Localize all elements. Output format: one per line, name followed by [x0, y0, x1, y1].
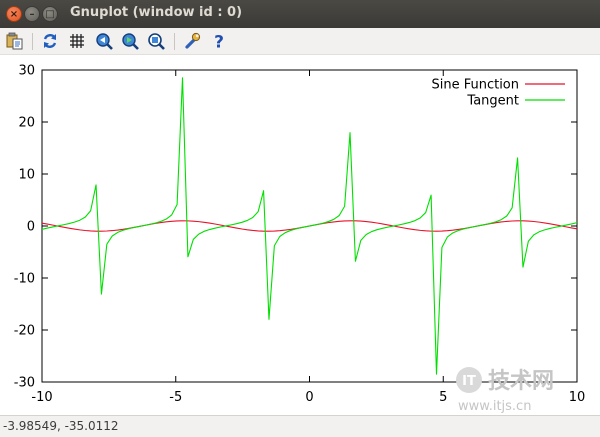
options-wrench-icon [185, 32, 201, 49]
minimize-window-button[interactable]: – [24, 6, 40, 22]
y-tick-label: -20 [14, 324, 35, 339]
grid-icon [70, 34, 84, 48]
maximize-window-button[interactable]: □ [42, 6, 58, 22]
y-tick-label: 10 [18, 168, 35, 183]
legend-label: Sine Function [431, 78, 519, 93]
options-button[interactable] [182, 31, 202, 51]
toolbar-separator [174, 33, 175, 50]
zoom-next-icon [122, 33, 139, 50]
unzoom-button[interactable] [146, 31, 166, 51]
gnuplot-window: × – □ Gnuplot (window id : 0) ? -30 -20 … [0, 0, 600, 437]
status-bar: -3.98549, -35.0112 [0, 415, 600, 437]
svg-text:?: ? [214, 33, 224, 52]
help-button[interactable]: ? [209, 31, 229, 53]
y-tick-label: 20 [18, 116, 35, 131]
zoom-previous-button[interactable] [94, 31, 114, 51]
zoom-next-button[interactable] [120, 31, 140, 51]
y-tick-label: -10 [14, 272, 35, 287]
help-icon: ? [214, 33, 224, 53]
replot-icon [43, 34, 57, 48]
y-tick-label: 0 [27, 220, 35, 235]
unzoom-icon [148, 33, 165, 50]
cursor-coordinates: -3.98549, -35.0112 [3, 419, 119, 433]
close-window-button[interactable]: × [6, 6, 22, 22]
toolbar: ? [0, 28, 600, 55]
watermark: IT 技术网 www.itjs.cn [452, 360, 600, 415]
y-tick-label: -30 [14, 376, 35, 391]
x-tick-label: -5 [169, 390, 182, 405]
watermark-brand: 技术网 [488, 369, 554, 394]
watermark-logo: IT 技术网 www.itjs.cn [456, 367, 554, 414]
watermark-logo-text: IT [462, 374, 476, 389]
legend-label: Tangent [466, 94, 519, 109]
replot-button[interactable] [40, 31, 60, 51]
watermark-url: www.itjs.cn [458, 399, 531, 414]
copy-clipboard-icon [6, 32, 23, 50]
zoom-previous-icon [96, 33, 113, 50]
x-tick-label: -10 [31, 390, 52, 405]
toolbar-separator [32, 33, 33, 50]
grid-button[interactable] [67, 31, 87, 51]
x-tick-label: 0 [305, 390, 313, 405]
copy-clipboard-button[interactable] [5, 31, 25, 51]
title-bar[interactable]: × – □ Gnuplot (window id : 0) [0, 0, 600, 28]
window-title: Gnuplot (window id : 0) [70, 5, 243, 20]
x-tick-label: 5 [439, 390, 447, 405]
series-line-tangent [41, 77, 578, 375]
y-tick-label: 30 [18, 64, 35, 79]
